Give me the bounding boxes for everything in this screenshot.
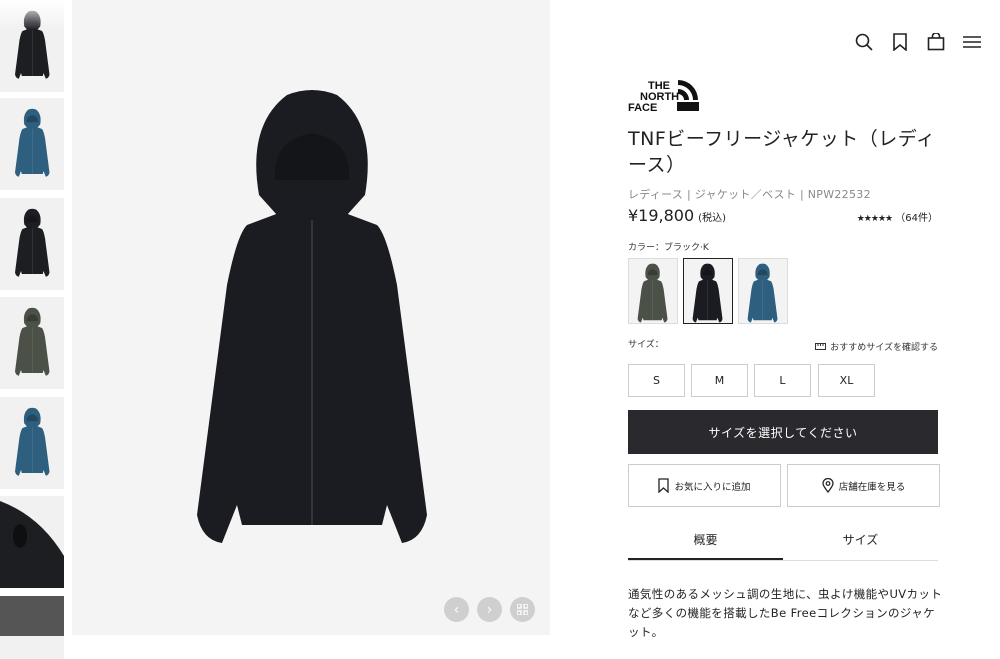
size-label: サイズ：	[628, 340, 664, 350]
product-price: ¥19,800 (税込)	[628, 206, 726, 225]
swatch-blue[interactable]	[738, 258, 788, 324]
size-guide-link[interactable]: おすすめサイズを確認する	[815, 340, 938, 353]
size-button-s[interactable]: S	[628, 364, 685, 397]
tab-overview[interactable]: 概要	[628, 520, 783, 560]
main-product-image: ‹ ›	[72, 0, 550, 635]
menu-icon[interactable]	[962, 32, 982, 52]
location-pin-icon	[822, 478, 834, 493]
prev-image-button[interactable]: ‹	[444, 597, 469, 622]
bookmark-icon[interactable]	[890, 32, 910, 52]
size-button-xl[interactable]: XL	[818, 364, 875, 397]
thumbnail-1[interactable]	[0, 0, 64, 92]
brand-logo[interactable]: THE NORTH FACE	[628, 78, 700, 114]
tax-note: (税込)	[698, 213, 726, 224]
thumbnail-5[interactable]	[0, 397, 64, 489]
svg-text:FACE: FACE	[628, 102, 657, 112]
product-description: 通気性のあるメッシュ調の生地に、虫よけ機能やUVカットなど多くの機能を搭載したB…	[628, 587, 943, 639]
add-favorite-label: お気に入りに追加	[674, 481, 751, 493]
jacket-image	[197, 90, 427, 543]
swatch-khaki[interactable]	[628, 258, 678, 324]
rating[interactable]: ★★★★★ （64件）	[857, 209, 938, 224]
bookmark-icon	[658, 478, 670, 493]
add-favorite-button[interactable]: お気に入りに追加	[628, 464, 781, 507]
grid-view-button[interactable]	[510, 597, 535, 622]
grid-icon	[517, 604, 528, 615]
search-icon[interactable]	[854, 32, 874, 52]
select-size-button[interactable]: サイズを選択してください	[628, 410, 938, 454]
next-image-button[interactable]: ›	[477, 597, 502, 622]
price-value: ¥19,800	[628, 206, 695, 225]
thumbnail-3[interactable]	[0, 198, 64, 290]
cart-icon[interactable]	[926, 32, 946, 52]
thumbnail-strip	[0, 0, 66, 659]
store-stock-button[interactable]: 店舗在庫を見る	[787, 464, 940, 507]
product-title: TNFビーフリージャケット（レディース）	[628, 128, 936, 176]
size-button-l[interactable]: L	[754, 364, 811, 397]
tab-size[interactable]: サイズ	[783, 520, 938, 558]
thumbnail-6[interactable]	[0, 496, 64, 588]
size-button-m[interactable]: M	[691, 364, 748, 397]
color-label: カラー：ブラック·K	[628, 243, 709, 253]
review-count: （64件）	[895, 213, 938, 224]
rating-stars: ★★★★★	[856, 214, 893, 224]
swatch-black[interactable]	[683, 258, 733, 324]
thumbnail-7[interactable]	[0, 596, 64, 659]
header-icons	[854, 32, 982, 52]
thumbnail-2[interactable]	[0, 98, 64, 190]
size-guide-label: おすすめサイズを確認する	[830, 343, 938, 353]
store-stock-label: 店舗在庫を見る	[838, 481, 906, 493]
product-category: レディース | ジャケット／ベスト | NPW22532	[628, 188, 871, 201]
thumbnail-4[interactable]	[0, 297, 64, 389]
info-tabs: 概要 サイズ	[628, 520, 938, 561]
ruler-icon	[815, 343, 827, 350]
